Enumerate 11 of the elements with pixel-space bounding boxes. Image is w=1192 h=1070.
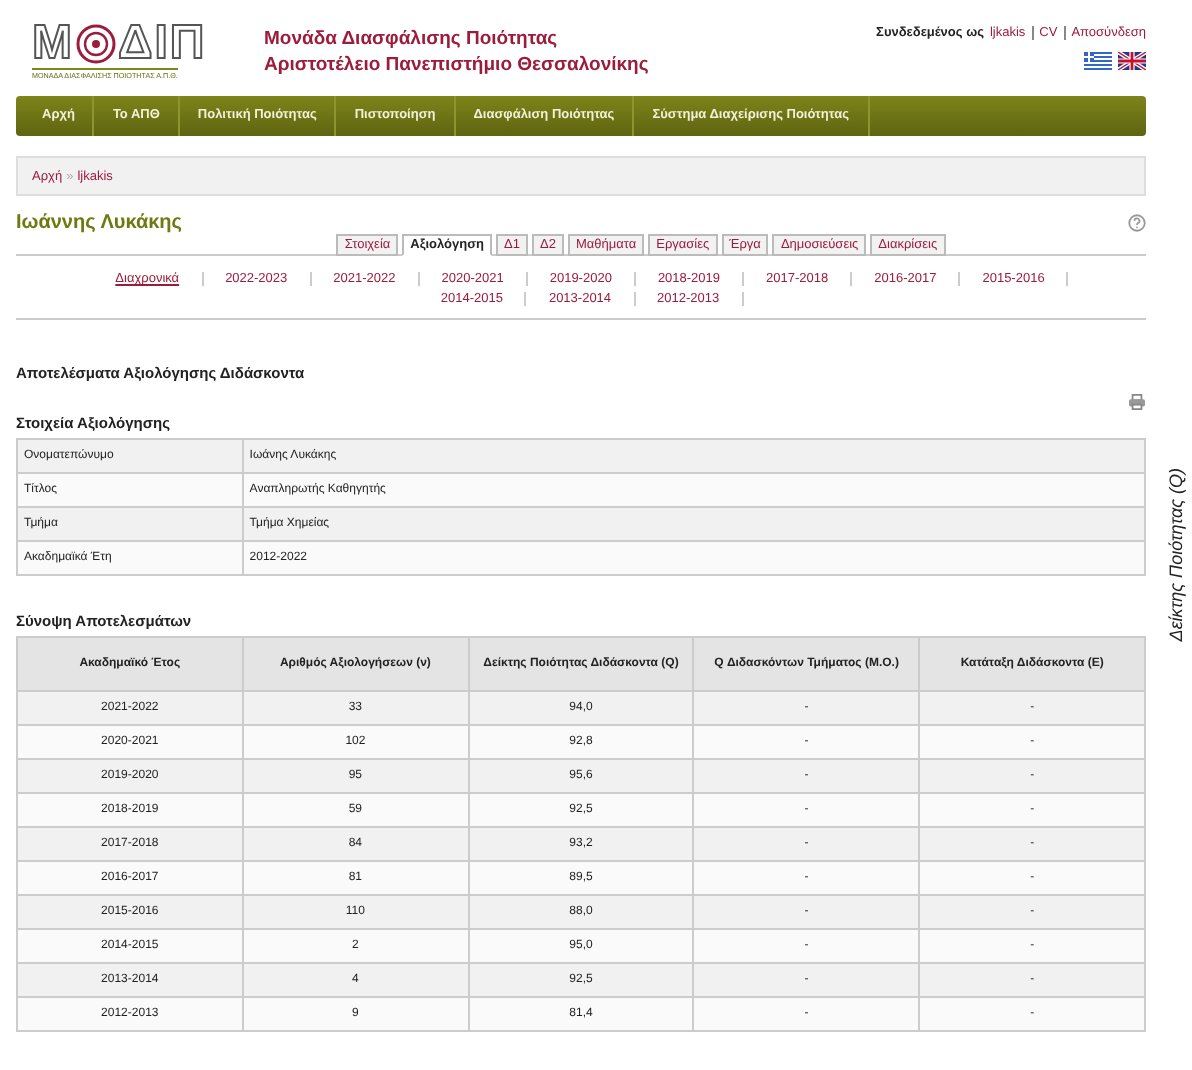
help-icon[interactable] bbox=[1128, 214, 1146, 232]
logo-letters: ΔΙΠ bbox=[118, 20, 207, 68]
site-title: Μονάδα Διασφάλισης Ποιότητας bbox=[264, 28, 560, 50]
axis-label: Δείκτης Ποιότητας (Q) bbox=[1166, 468, 1186, 642]
person-name: Ιωάννης Λυκάκης bbox=[16, 212, 182, 234]
logo-letters: Μ bbox=[32, 20, 74, 68]
site-title: Αριστοτέλειο Πανεπιστήμιο Θεσσαλονίκης bbox=[264, 54, 649, 76]
greek-flag-icon[interactable] bbox=[1084, 52, 1112, 70]
emblem-icon bbox=[76, 24, 116, 64]
uk-flag-icon[interactable] bbox=[1118, 52, 1146, 70]
print-icon[interactable] bbox=[1128, 394, 1146, 410]
